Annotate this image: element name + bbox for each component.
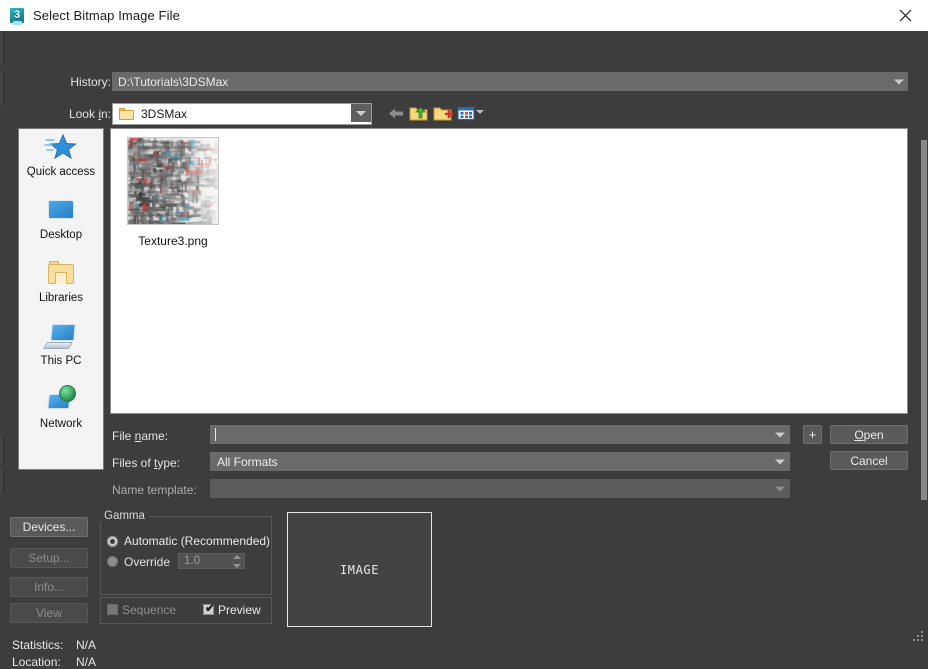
new-folder-icon[interactable] — [433, 104, 453, 123]
window-title: Select Bitmap Image File — [33, 8, 180, 23]
monitor-icon — [44, 195, 78, 227]
location-value: N/A — [76, 655, 97, 669]
location-label: Location: — [12, 655, 61, 669]
back-arrow-icon[interactable] — [386, 104, 406, 123]
dialog-body: History: D:\Tutorials\3DSMax Look in: 3D… — [0, 31, 928, 669]
preview-checkbox[interactable]: ✔ — [203, 601, 216, 615]
gamma-override-value: 1.0 — [184, 555, 200, 567]
file-name-label: Texture3.png — [138, 234, 208, 248]
sidebar-item-label: Libraries — [38, 292, 84, 304]
chevron-down-icon — [894, 79, 904, 84]
app-icon: 3 — [9, 7, 25, 25]
statistics-value: N/A — [76, 638, 97, 652]
file-name-input[interactable] — [210, 425, 790, 444]
chevron-down-icon[interactable] — [351, 104, 371, 122]
computer-icon — [42, 321, 78, 353]
statistics-label: Statistics: — [12, 638, 64, 652]
sidebar-item-libraries[interactable]: Libraries — [19, 258, 103, 318]
image-preview-placeholder: IMAGE — [339, 562, 380, 577]
history-value: D:\Tutorials\3DSMax — [118, 74, 229, 89]
name-template-dropdown — [210, 479, 790, 498]
up-one-level-icon[interactable] — [409, 104, 429, 123]
lookin-value: 3DSMax — [141, 107, 188, 121]
file-list[interactable]: Texture3.png — [110, 128, 908, 414]
close-icon[interactable] — [883, 0, 928, 31]
setup-button: Setup... — [10, 548, 88, 568]
chevron-down-icon[interactable] — [476, 110, 484, 114]
cancel-button[interactable]: Cancel — [830, 451, 908, 470]
sidebar-item-label: This PC — [40, 355, 82, 367]
vertical-scrollbar-thumb[interactable] — [921, 140, 927, 500]
devices-button[interactable]: Devices... — [10, 517, 88, 537]
check-icon: ✔ — [205, 601, 216, 615]
chevron-down-icon[interactable] — [775, 432, 785, 437]
edge-strip — [0, 437, 4, 465]
places-sidebar: Quick access Desktop Libraries This PC N… — [18, 128, 104, 470]
chevron-down-icon — [775, 486, 785, 491]
file-name-label-static: File name: — [112, 429, 169, 443]
folder-icon — [44, 258, 78, 290]
preview-label: Preview — [218, 603, 261, 617]
history-label: History: — [70, 75, 111, 89]
folder-icon — [119, 108, 134, 120]
view-button: View — [10, 603, 88, 623]
name-template-label-static: Name template: — [112, 483, 197, 497]
lookin-label: Look in: — [68, 107, 111, 121]
resize-grip[interactable] — [913, 631, 925, 643]
files-of-type-dropdown[interactable]: All Formats — [210, 452, 790, 471]
lookin-combobox[interactable]: 3DSMax — [112, 103, 372, 125]
title-bar: 3 Select Bitmap Image File — [0, 0, 928, 32]
sidebar-item-network[interactable]: Network — [19, 384, 103, 444]
file-thumbnail — [127, 137, 219, 225]
star-icon — [44, 132, 78, 164]
sequence-checkbox — [107, 604, 118, 615]
views-menu-icon[interactable] — [456, 104, 476, 123]
network-globe-icon — [44, 384, 78, 416]
edge-strip — [0, 31, 4, 65]
sidebar-item-quick-access[interactable]: Quick access — [19, 132, 103, 192]
add-path-button[interactable]: + — [803, 425, 822, 444]
spinner-arrows-icon — [232, 555, 241, 568]
gamma-automatic-radio[interactable] — [107, 536, 118, 547]
edge-strip — [0, 469, 4, 493]
sidebar-item-label: Quick access — [26, 166, 96, 178]
gamma-group-legend: Gamma — [100, 510, 149, 522]
image-preview-panel: IMAGE — [287, 512, 432, 627]
sequence-label: Sequence — [122, 603, 177, 617]
gamma-automatic-label: Automatic (Recommended) — [124, 534, 271, 548]
history-dropdown[interactable]: D:\Tutorials\3DSMax — [112, 72, 908, 91]
files-of-type-value: All Formats — [217, 454, 278, 469]
sidebar-item-this-pc[interactable]: This PC — [19, 321, 103, 381]
gamma-override-radio[interactable] — [107, 556, 118, 567]
gamma-override-label: Override — [124, 555, 171, 569]
chevron-down-icon[interactable] — [775, 459, 785, 464]
gamma-override-stepper: 1.0 — [178, 553, 245, 569]
sidebar-item-desktop[interactable]: Desktop — [19, 195, 103, 255]
sidebar-item-label: Desktop — [39, 229, 83, 241]
text-caret — [215, 428, 216, 441]
list-item[interactable]: Texture3.png — [119, 137, 227, 248]
info-button: Info... — [10, 577, 88, 597]
open-button[interactable]: Open — [830, 425, 908, 444]
files-of-type-label-static: Files of type: — [112, 456, 181, 470]
sidebar-item-label: Network — [39, 418, 83, 430]
edge-strip — [0, 71, 4, 105]
